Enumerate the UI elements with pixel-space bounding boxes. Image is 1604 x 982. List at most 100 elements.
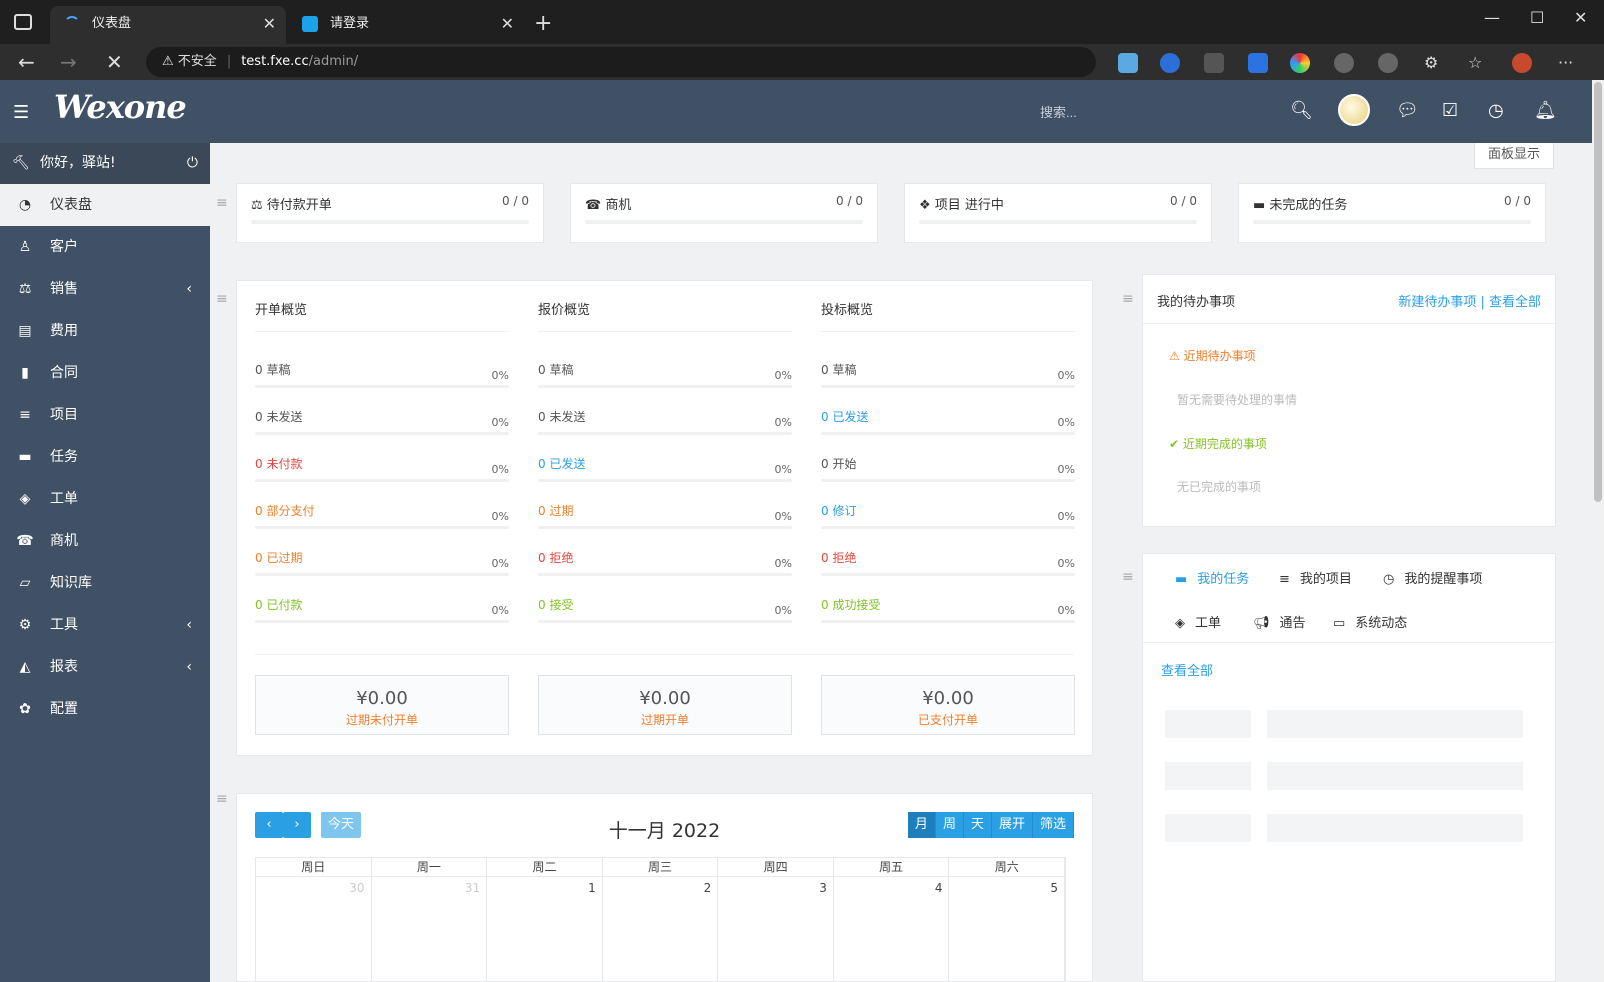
tab-tickets[interactable]: ◈ 工单 (1175, 612, 1221, 631)
sidebar-item-projects[interactable]: ≡ 项目 (0, 394, 210, 436)
page-scrollbar[interactable] (1592, 80, 1604, 982)
back-icon[interactable]: ← (18, 50, 35, 74)
drag-handle-icon[interactable]: ≡ (216, 791, 228, 807)
drag-handle-icon[interactable]: ≡ (216, 195, 228, 211)
calendar-day-cell[interactable]: 3 (718, 877, 834, 982)
overview-row[interactable]: 0 接受 0% (538, 596, 792, 643)
browser-tab-dashboard[interactable]: 仪表盘 ✕ (50, 6, 286, 44)
sidebar-toggle-icon[interactable]: ☰ (13, 102, 29, 123)
tab-my-projects[interactable]: ≡ 我的项目 (1279, 568, 1352, 587)
overview-row[interactable]: 0 已发送 0% (538, 455, 792, 502)
overview-row[interactable]: 0 草稿 0% (821, 361, 1075, 408)
forward-icon[interactable]: → (60, 50, 77, 74)
money-summary-box[interactable]: ¥0.00 过期未付开单 (255, 675, 509, 735)
calendar-day-cell[interactable]: 2 (603, 877, 719, 982)
view-all-todos-link[interactable]: | 查看全部 (1480, 295, 1541, 310)
close-tab-icon[interactable]: ✕ (263, 6, 276, 42)
calendar-day-cell[interactable]: 31 (372, 877, 488, 982)
tab-actions-icon[interactable] (14, 14, 32, 30)
view-all-link[interactable]: 查看全部 (1161, 660, 1213, 679)
row-percent: 0% (491, 416, 509, 429)
extension-icon[interactable] (1334, 53, 1354, 73)
view-week-button[interactable]: 周 (935, 812, 964, 838)
overview-row[interactable]: 0 已发送 0% (821, 408, 1075, 455)
tab-announcements[interactable]: 📢︎ 通告 (1253, 612, 1306, 631)
overview-row[interactable]: 0 未发送 0% (538, 408, 792, 455)
money-summary-box[interactable]: ¥0.00 已支付开单 (821, 675, 1075, 735)
profile-avatar[interactable] (1512, 53, 1532, 73)
overview-row[interactable]: 0 已过期 0% (255, 549, 509, 596)
view-day-button[interactable]: 天 (963, 812, 992, 838)
overview-row[interactable]: 0 修订 0% (821, 502, 1075, 549)
dashboard-options-button[interactable]: 面板显示 (1474, 143, 1554, 169)
calendar-day-cell[interactable]: 4 (834, 877, 950, 982)
overview-row[interactable]: 0 成功接受 0% (821, 596, 1075, 643)
sidebar-item-setup[interactable]: ✿ 配置 (0, 688, 210, 730)
extension-icon[interactable] (1248, 53, 1268, 73)
overview-row[interactable]: 0 未付款 0% (255, 455, 509, 502)
browser-tab-login[interactable]: 请登录 ✕ (288, 6, 524, 44)
calendar-day-cell[interactable]: 1 (487, 877, 603, 982)
sidebar-item-tasks[interactable]: ▬ 任务 (0, 436, 210, 478)
scrollbar-thumb[interactable] (1594, 82, 1602, 502)
sidebar-item-reports[interactable]: ◭ 报表 ‹ (0, 646, 210, 688)
tab-activity-log[interactable]: ▭ 系统动态 (1333, 612, 1407, 631)
chat-icon[interactable]: 💬︎ (1396, 100, 1419, 121)
user-avatar[interactable] (1338, 94, 1370, 126)
close-window-icon[interactable]: ✕ (1574, 8, 1587, 27)
drag-handle-icon[interactable]: ≡ (1122, 569, 1134, 585)
browser-tab-bar: 仪表盘 ✕ 请登录 ✕ + — ☐ ✕ (0, 0, 1604, 44)
search-input[interactable] (1040, 100, 1270, 124)
notification-bell-icon[interactable]: 🔔︎ (1534, 100, 1557, 121)
sidebar-item-expenses[interactable]: ▤ 费用 (0, 310, 210, 352)
sidebar-item-sales[interactable]: ⚖ 销售 ‹ (0, 268, 210, 310)
new-tab-icon[interactable]: + (534, 6, 552, 42)
weekday-label: 周日 (256, 858, 372, 876)
color-picker-icon[interactable] (1290, 53, 1310, 73)
sidebar-item-contracts[interactable]: ▮ 合同 (0, 352, 210, 394)
drag-handle-icon[interactable]: ≡ (1122, 291, 1134, 307)
password-manager-icon[interactable] (1160, 53, 1180, 73)
drag-handle-icon[interactable]: ≡ (216, 291, 228, 307)
sidebar-item-customers[interactable]: ♙ 客户 (0, 226, 210, 268)
overview-row[interactable]: 0 过期 0% (538, 502, 792, 549)
extension-icon[interactable] (1204, 53, 1224, 73)
close-tab-icon[interactable]: ✕ (501, 6, 514, 42)
sidebar-item-leads[interactable]: ☎ 商机 (0, 520, 210, 562)
sidebar-item-utilities[interactable]: ⚙ 工具 ‹ (0, 604, 210, 646)
favorites-icon[interactable]: ☆ (1468, 53, 1488, 73)
sidebar-item-knowledge-base[interactable]: ▱ 知识库 (0, 562, 210, 604)
overview-row[interactable]: 0 部分支付 0% (255, 502, 509, 549)
new-todo-link[interactable]: 新建待办事项 (1398, 295, 1476, 310)
todo-check-icon[interactable]: ☑ (1442, 100, 1458, 121)
sidebar-item-tickets[interactable]: ◈ 工单 (0, 478, 210, 520)
overview-row[interactable]: 0 未发送 0% (255, 408, 509, 455)
sidebar-item-dashboard[interactable]: ◔ 仪表盘 (0, 184, 210, 226)
logout-icon[interactable]: ⏻ (187, 143, 198, 184)
overview-row[interactable]: 0 拒绝 0% (538, 549, 792, 596)
minimize-icon[interactable]: — (1484, 8, 1500, 27)
stop-loading-icon[interactable]: ✕ (106, 50, 123, 74)
extension-icon[interactable] (1118, 53, 1138, 73)
tab-my-reminders[interactable]: ◷ 我的提醒事项 (1383, 568, 1482, 587)
url-field[interactable]: ⚠ 不安全 | test.fxe.cc/admin/ (146, 47, 1096, 77)
view-month-button[interactable]: 月 (907, 812, 936, 838)
tab-my-tasks[interactable]: ▬ 我的任务 (1175, 568, 1249, 587)
expand-button[interactable]: 展开 (991, 812, 1033, 838)
overview-row[interactable]: 0 拒绝 0% (821, 549, 1075, 596)
search-icon[interactable]: 🔍︎ (1290, 100, 1313, 121)
extension-icon[interactable] (1378, 53, 1398, 73)
money-summary-box[interactable]: ¥0.00 过期开单 (538, 675, 792, 735)
overview-row[interactable]: 0 开始 0% (821, 455, 1075, 502)
filter-button[interactable]: 筛选 (1032, 812, 1074, 838)
timer-icon[interactable]: ◷ (1488, 100, 1504, 121)
more-menu-icon[interactable]: ··· (1558, 53, 1578, 73)
calendar-day-cell[interactable]: 5 (949, 877, 1066, 982)
extensions-puzzle-icon[interactable]: ⚙ (1424, 53, 1444, 73)
overview-row[interactable]: 0 已付款 0% (255, 596, 509, 643)
logo[interactable]: Wexone (54, 88, 187, 126)
overview-row[interactable]: 0 草稿 0% (255, 361, 509, 408)
calendar-day-cell[interactable]: 30 (256, 877, 372, 982)
overview-row[interactable]: 0 草稿 0% (538, 361, 792, 408)
maximize-icon[interactable]: ☐ (1530, 8, 1544, 27)
